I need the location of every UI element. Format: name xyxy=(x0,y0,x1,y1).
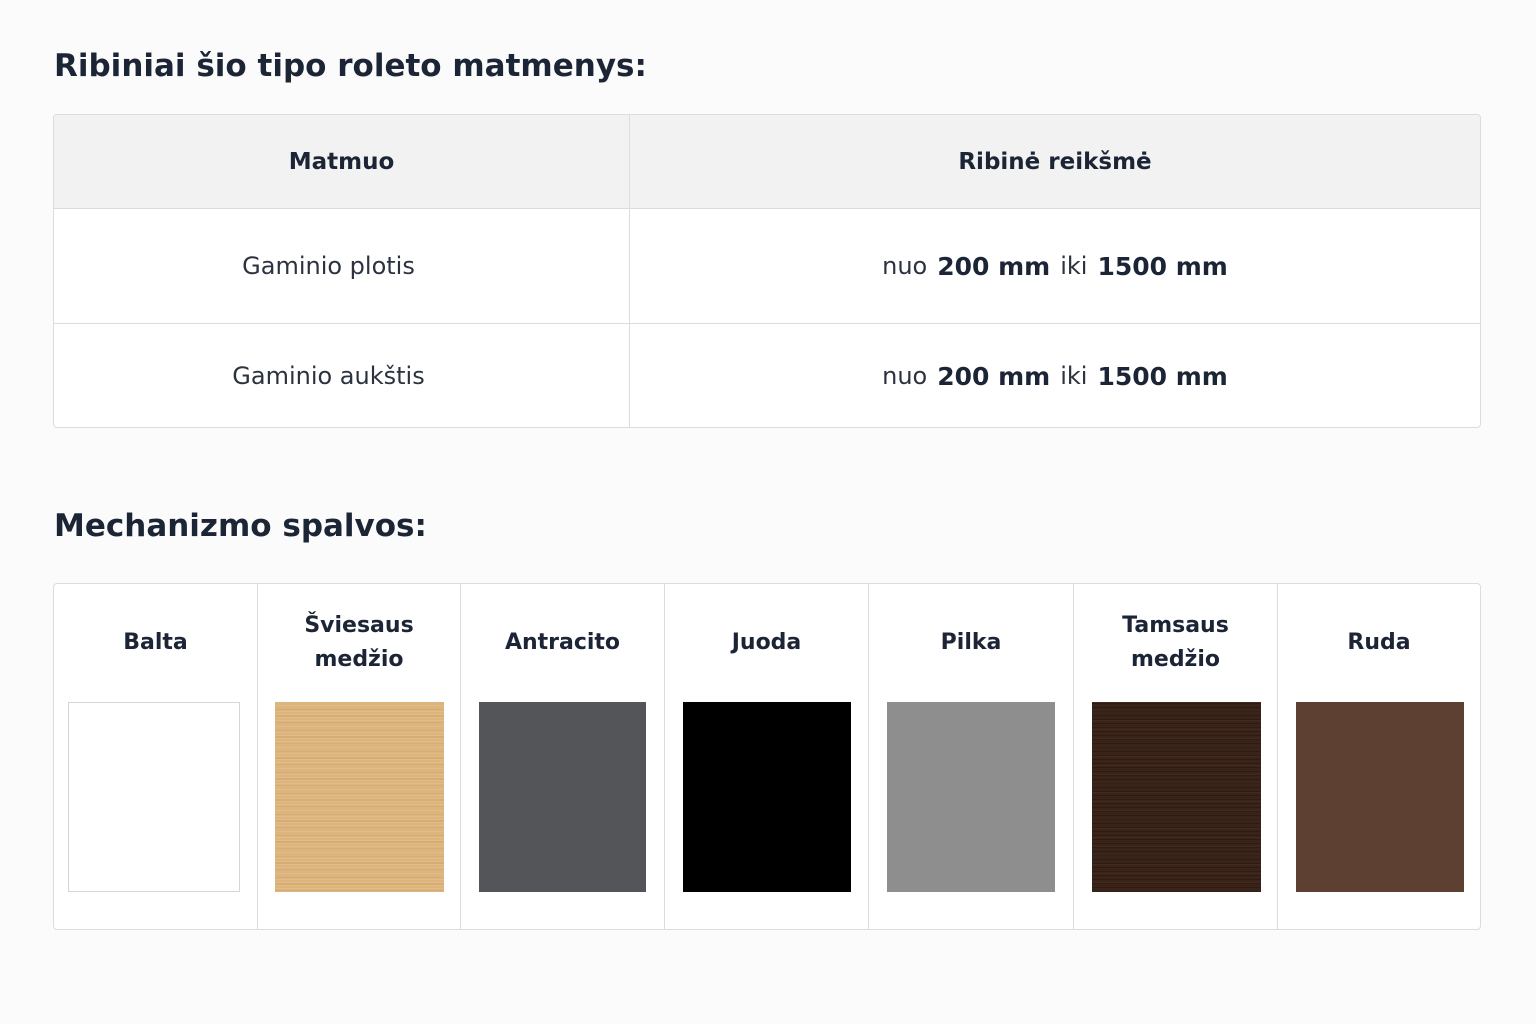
color-swatch xyxy=(479,702,646,892)
color-option-anthracite[interactable]: Antracito xyxy=(461,584,665,929)
color-label: Balta xyxy=(123,630,188,655)
to-word: iki xyxy=(1060,362,1088,390)
colors-table: Balta Šviesaus medžio Antracito Juoda Pi… xyxy=(53,583,1481,930)
table-row: Gaminio aukštis nuo 200 mm iki 1500 mm xyxy=(54,324,1480,427)
color-label: Tamsaus medžio xyxy=(1122,613,1229,672)
color-swatch xyxy=(683,702,851,892)
table-row: Gaminio plotis nuo 200 mm iki 1500 mm xyxy=(54,209,1480,324)
color-option-brown[interactable]: Ruda xyxy=(1278,584,1480,929)
row-dimension-name: Gaminio aukštis xyxy=(54,324,630,427)
column-header-limit-value: Ribinė reikšmė xyxy=(958,148,1152,175)
color-label: Juoda xyxy=(731,630,802,655)
dimensions-table: Matmuo Ribinė reikšmė Gaminio plotis nuo… xyxy=(53,114,1481,428)
color-swatch xyxy=(275,702,444,892)
to-value: 1500 mm xyxy=(1097,251,1228,281)
table-header-row: Matmuo Ribinė reikšmė xyxy=(54,115,1480,209)
color-swatch xyxy=(1092,702,1261,892)
color-label: Ruda xyxy=(1347,630,1411,655)
to-word: iki xyxy=(1060,252,1088,280)
color-option-black[interactable]: Juoda xyxy=(665,584,869,929)
color-swatch xyxy=(887,702,1055,892)
color-option-dark-wood[interactable]: Tamsaus medžio xyxy=(1074,584,1278,929)
from-word: nuo xyxy=(882,252,928,280)
color-option-grey[interactable]: Pilka xyxy=(869,584,1074,929)
dimensions-title: Ribiniai šio tipo roleto matmenys: xyxy=(54,48,647,84)
color-label: Pilka xyxy=(940,630,1002,655)
color-label: Antracito xyxy=(504,630,621,655)
color-swatch xyxy=(1296,702,1464,892)
colors-title: Mechanizmo spalvos: xyxy=(54,508,427,544)
from-value: 200 mm xyxy=(937,251,1051,281)
row-limit-value: nuo 200 mm iki 1500 mm xyxy=(630,209,1480,323)
row-limit-value: nuo 200 mm iki 1500 mm xyxy=(630,324,1480,427)
color-option-light-wood[interactable]: Šviesaus medžio xyxy=(258,584,461,929)
from-word: nuo xyxy=(882,362,928,390)
column-header-dimension: Matmuo xyxy=(54,115,630,208)
color-option-white[interactable]: Balta xyxy=(54,584,258,929)
to-value: 1500 mm xyxy=(1097,361,1228,391)
color-swatch xyxy=(68,702,240,892)
row-dimension-name: Gaminio plotis xyxy=(54,209,630,323)
from-value: 200 mm xyxy=(937,361,1051,391)
color-label: Šviesaus medžio xyxy=(304,613,414,672)
